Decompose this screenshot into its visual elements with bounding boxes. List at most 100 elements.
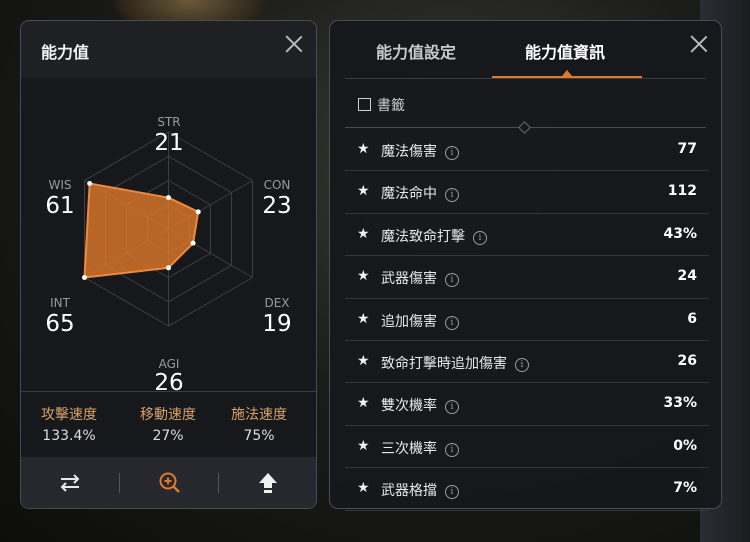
stats-panel-title: 能力值 — [41, 43, 90, 62]
bookmark-star-icon[interactable]: ★ — [357, 141, 370, 157]
stat-row-label: 追加傷害 — [381, 313, 437, 330]
stats-panel-header: 能力值 — [21, 21, 316, 78]
stat-info-panel: 能力值設定 能力值資訊 書籤 ★ 魔法傷害 i 77 ★ 魔法命中 i 112 ★ 魔法致命打擊 i… — [329, 20, 722, 511]
upload-arrow-icon[interactable] — [255, 470, 281, 496]
stat-label-str: STR — [157, 115, 181, 129]
info-icon[interactable]: i — [445, 146, 459, 160]
stat-tabs: 能力值設定 能力值資訊 — [330, 21, 721, 78]
stat-row-name: 致命打擊時追加傷害 i — [381, 353, 529, 373]
info-icon[interactable]: i — [445, 273, 459, 288]
stat-value-dex: 19 — [262, 311, 292, 337]
stat-row-value: 77 — [677, 141, 697, 157]
move-speed: 移動速度 27% — [123, 404, 213, 444]
stat-row-value: 24 — [677, 268, 697, 285]
stat-row[interactable]: ★ 武器格擋 i 7% — [345, 468, 709, 511]
radar-point — [195, 209, 201, 215]
stat-row-name: 追加傷害 i — [381, 311, 459, 331]
info-icon[interactable]: i — [445, 442, 459, 457]
bookmark-star-icon[interactable]: ★ — [357, 311, 370, 327]
stat-row-label: 魔法命中 — [381, 186, 437, 203]
info-icon[interactable]: i — [445, 400, 459, 415]
stat-row[interactable]: ★ 三次機率 i 0% — [345, 426, 709, 469]
tab-divider — [345, 78, 706, 79]
stat-row-label: 致命打擊時追加傷害 — [381, 355, 507, 372]
move-speed-value: 27% — [152, 428, 184, 444]
attack-speed-value: 133.4% — [42, 428, 96, 444]
stat-row-value: 33% — [663, 395, 697, 412]
stat-row[interactable]: ★ 雙次機率 i 33% — [345, 383, 709, 426]
stat-row-label: 魔法致命打擊 — [381, 228, 465, 245]
info-icon[interactable]: i — [473, 230, 487, 245]
stat-row-name: 三次機率 i — [381, 438, 459, 458]
info-icon[interactable]: i — [515, 357, 529, 372]
checkbox-icon[interactable] — [358, 98, 371, 111]
stat-row-label: 魔法傷害 — [381, 144, 437, 160]
stat-value-con: 23 — [262, 193, 292, 219]
radar-point — [166, 265, 171, 271]
stat-row-name: 魔法傷害 i — [381, 141, 459, 161]
stat-row-value: 6 — [687, 310, 697, 327]
stat-row[interactable]: ★ 魔法致命打擊 i 43% — [345, 214, 709, 257]
stat-label-wis: WIS — [48, 178, 72, 192]
stat-label-agi: AGI — [158, 357, 180, 371]
stat-row-value: 0% — [673, 437, 697, 454]
speed-stats: 攻擊速度 133.4% 移動速度 27% 施法速度 75% — [21, 391, 316, 457]
info-icon[interactable]: i — [445, 485, 459, 500]
close-icon[interactable] — [283, 33, 305, 55]
stat-row[interactable]: ★ 致命打擊時追加傷害 i 26 — [345, 341, 709, 384]
swap-arrows-icon[interactable] — [57, 470, 83, 496]
radar-stat-shape — [83, 182, 200, 279]
stat-row-value: 43% — [663, 225, 697, 242]
stats-toolbar — [21, 457, 316, 508]
stat-row[interactable]: ★ 武器傷害 i 24 — [345, 256, 709, 299]
zoom-in-icon[interactable] — [157, 470, 183, 496]
bookmark-star-icon[interactable]: ★ — [357, 268, 370, 284]
cast-speed-label: 施法速度 — [231, 407, 287, 423]
bookmark-star-icon[interactable]: ★ — [357, 438, 370, 454]
toolbar-divider — [119, 473, 120, 493]
stat-row-name: 雙次機率 i — [381, 395, 459, 415]
toolbar-divider — [218, 473, 219, 493]
stats-panel: 能力值 STR 21 CON 23 DEX 19 AGI 26 INT 65 W… — [20, 20, 317, 509]
bookmark-star-icon[interactable]: ★ — [357, 353, 370, 369]
stat-row-label: 三次機率 — [381, 440, 437, 457]
bookmark-star-icon[interactable]: ★ — [357, 480, 370, 496]
stat-info-list: ★ 魔法傷害 i 77 ★ 魔法命中 i 112 ★ 魔法致命打擊 i 43% ★ 武器傷害 i 24 ★ 追加傷… — [345, 129, 709, 511]
stat-row-value: 26 — [677, 352, 697, 369]
stat-row-name: 武器傷害 i — [381, 268, 459, 288]
radar-point — [87, 180, 93, 186]
stat-row-value: 112 — [667, 183, 697, 200]
radar-point — [81, 275, 87, 280]
stat-label-dex: DEX — [264, 296, 290, 310]
radar-point — [190, 240, 196, 246]
stat-value-wis: 61 — [45, 193, 75, 219]
attack-speed: 攻擊速度 133.4% — [24, 404, 114, 444]
info-icon[interactable]: i — [445, 188, 459, 203]
stat-row[interactable]: ★ 魔法命中 i 112 — [345, 171, 709, 214]
bookmark-star-icon[interactable]: ★ — [357, 183, 370, 199]
stat-row[interactable]: ★ 魔法傷害 i 77 — [345, 129, 709, 172]
tab-stat-settings[interactable]: 能力值設定 — [376, 39, 456, 63]
stat-row-name: 武器格擋 i — [381, 480, 459, 500]
radar-chart-area: STR 21 CON 23 DEX 19 AGI 26 INT 65 WIS 6… — [21, 78, 316, 396]
radar-point — [166, 195, 171, 201]
close-icon[interactable] — [688, 33, 710, 55]
cast-speed: 施法速度 75% — [214, 404, 304, 444]
stat-row[interactable]: ★ 追加傷害 i 6 — [345, 299, 709, 341]
stat-row-label: 武器傷害 — [381, 271, 437, 288]
bookmark-label: 書籤 — [377, 98, 405, 114]
move-speed-label: 移動速度 — [140, 407, 196, 423]
tab-stat-info[interactable]: 能力值資訊 — [525, 39, 605, 63]
bookmark-star-icon[interactable]: ★ — [357, 226, 370, 242]
attack-speed-label: 攻擊速度 — [41, 407, 97, 423]
stat-value-str: 21 — [154, 130, 184, 156]
bookmark-star-icon[interactable]: ★ — [357, 395, 370, 411]
stat-row-value: 7% — [673, 480, 697, 497]
bookmark-checkbox[interactable]: 書籤 — [358, 95, 405, 115]
stat-row-label: 雙次機率 — [381, 398, 437, 415]
stat-row-name: 魔法致命打擊 i — [381, 226, 487, 246]
info-icon[interactable]: i — [445, 315, 459, 330]
stat-row-label: 武器格擋 — [381, 483, 437, 500]
stat-label-int: INT — [50, 296, 70, 310]
stat-value-int: 65 — [45, 311, 75, 337]
